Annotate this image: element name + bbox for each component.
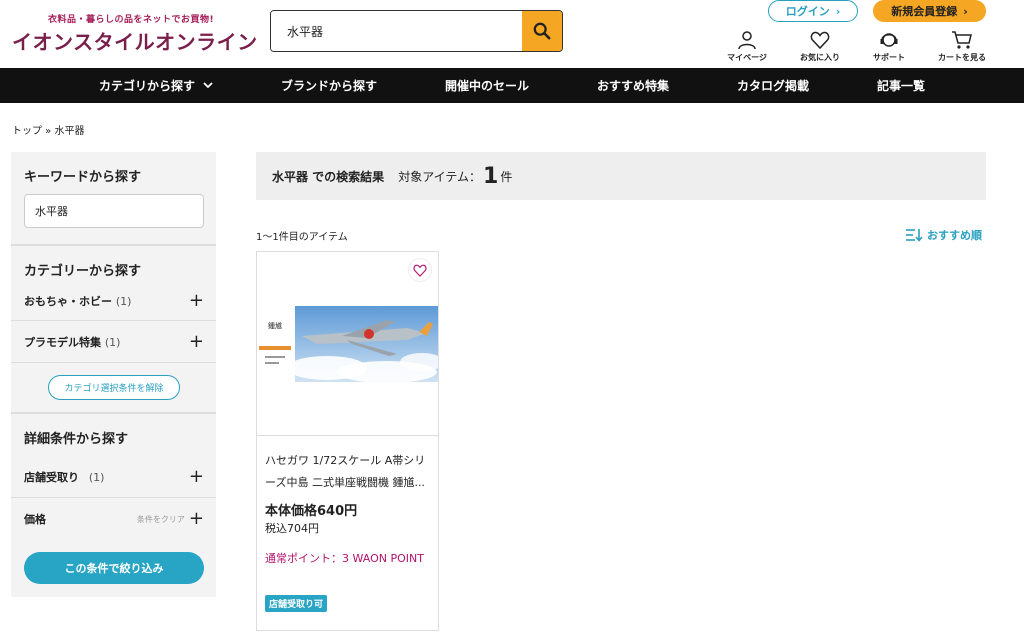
plus-icon[interactable]: + bbox=[189, 292, 204, 310]
product-price-tax: 税込704円 bbox=[265, 522, 319, 535]
result-query: 水平器 での検索結果 bbox=[272, 169, 385, 184]
chevron-right-icon: › bbox=[963, 4, 968, 18]
sort-icon bbox=[906, 229, 923, 242]
cart-label: カートを見る bbox=[938, 53, 986, 62]
divider bbox=[11, 320, 216, 321]
support-label: サポート bbox=[873, 53, 905, 62]
search-icon bbox=[533, 22, 551, 40]
site-logo[interactable]: 衣料品・暮らしの品をネットでお買物! イオンスタイルオンライン bbox=[12, 12, 258, 55]
price-clear-link[interactable]: 条件をクリア bbox=[137, 514, 185, 525]
divider bbox=[11, 497, 216, 498]
category-count: (1) bbox=[104, 336, 121, 349]
sort-dropdown[interactable]: おすすめ順 bbox=[905, 227, 982, 243]
store-pickup-badge: 店舗受取り可 bbox=[265, 595, 328, 612]
login-label: ログイン bbox=[785, 5, 830, 18]
login-button[interactable]: ログイン › bbox=[768, 0, 858, 22]
price-filter[interactable]: 価格 条件をクリア + bbox=[24, 510, 204, 528]
keyword-input[interactable]: 水平器 bbox=[24, 194, 204, 228]
site-header: 衣料品・暮らしの品をネットでお買物! イオンスタイルオンライン ログイン › 新… bbox=[0, 0, 1024, 68]
headset-icon bbox=[880, 33, 898, 47]
heart-icon bbox=[413, 264, 427, 277]
clear-category-button[interactable]: カテゴリ選択条件を解除 bbox=[48, 375, 180, 400]
product-name[interactable]: ハセガワ 1/72スケール A帯シリーズ中島 二式単座戦闘機 鍾馗... bbox=[265, 450, 433, 494]
chevron-right-icon: › bbox=[835, 4, 841, 18]
nav-brands[interactable]: ブランドから探す bbox=[281, 77, 377, 94]
divider bbox=[11, 244, 216, 246]
register-button[interactable]: 新規会員登録 › bbox=[873, 0, 986, 22]
plus-icon[interactable]: + bbox=[189, 333, 204, 351]
divider bbox=[11, 362, 216, 363]
box-title: 鍾馗 bbox=[268, 321, 282, 330]
result-summary: 水平器 での検索結果 対象アイテム： 1 件 bbox=[256, 152, 986, 200]
filter-sidebar: キーワードから探す 水平器 カテゴリーから探す おもちゃ・ホビー (1) + プ… bbox=[11, 152, 216, 597]
nav-articles[interactable]: 記事一覧 bbox=[877, 77, 925, 94]
apply-filter-button[interactable]: この条件で絞り込み bbox=[24, 552, 204, 584]
search-input[interactable] bbox=[271, 11, 522, 51]
support-link[interactable]: サポート bbox=[859, 30, 919, 63]
result-count: 1 bbox=[483, 163, 499, 189]
cart-link[interactable]: カートを見る bbox=[932, 30, 992, 63]
mypage-label: マイページ bbox=[727, 53, 767, 62]
product-card[interactable]: 鍾馗 ハセガワ 1/72スケール A帯シリーズ中島 二式単座戦闘機 鍾馗... … bbox=[256, 251, 439, 631]
result-count-unit: 件 bbox=[500, 169, 513, 184]
heart-icon bbox=[810, 31, 830, 50]
person-icon bbox=[738, 31, 756, 50]
detail-heading: 詳細条件から探す bbox=[24, 432, 129, 447]
divider bbox=[11, 412, 216, 414]
sort-label: おすすめ順 bbox=[927, 229, 982, 242]
mypage-link[interactable]: マイページ bbox=[717, 30, 777, 63]
favorites-label: お気に入り bbox=[800, 53, 840, 62]
result-range: 1〜1件目のアイテム bbox=[256, 232, 348, 243]
nav-sales[interactable]: 開催中のセール bbox=[445, 77, 529, 94]
favorite-button[interactable] bbox=[408, 258, 432, 282]
breadcrumb[interactable]: トップ » 水平器 bbox=[12, 122, 84, 137]
store-pickup-label: 店舗受取り bbox=[24, 471, 79, 484]
product-price: 本体価格640円 bbox=[265, 504, 358, 519]
nav-categories-label: カテゴリから探す bbox=[98, 79, 195, 93]
keyword-heading: キーワードから探す bbox=[24, 170, 142, 185]
product-image[interactable]: 鍾馗 bbox=[257, 306, 438, 382]
favorites-link[interactable]: お気に入り bbox=[790, 30, 850, 63]
nav-categories[interactable]: カテゴリから探す bbox=[99, 77, 213, 94]
main-nav: カテゴリから探す ブランドから探す 開催中のセール おすすめ特集 カタログ掲載 … bbox=[0, 68, 1024, 103]
category-label: プラモデル特集 bbox=[24, 336, 101, 349]
category-heading: カテゴリーから探す bbox=[24, 264, 142, 279]
store-pickup-filter[interactable]: 店舗受取り (1) + bbox=[24, 468, 204, 486]
cart-icon bbox=[952, 31, 972, 49]
logo-text: イオンスタイルオンライン bbox=[12, 30, 258, 54]
plus-icon[interactable]: + bbox=[189, 468, 204, 486]
result-target-label: 対象アイテム： bbox=[398, 169, 481, 184]
plus-icon[interactable]: + bbox=[189, 510, 204, 528]
register-label: 新規会員登録 bbox=[891, 5, 958, 18]
nav-features[interactable]: おすすめ特集 bbox=[597, 77, 669, 94]
category-label: おもちゃ・ホビー bbox=[24, 295, 112, 308]
search-button[interactable] bbox=[522, 11, 562, 51]
store-pickup-count: (1) bbox=[88, 471, 105, 484]
category-item-toys[interactable]: おもちゃ・ホビー (1) + bbox=[24, 292, 204, 310]
logo-tagline: 衣料品・暮らしの品をネットでお買物! bbox=[48, 15, 215, 25]
divider bbox=[257, 435, 438, 436]
search-bar bbox=[270, 10, 563, 52]
category-item-plamodel[interactable]: プラモデル特集 (1) + bbox=[24, 333, 204, 351]
category-count: (1) bbox=[115, 295, 132, 308]
price-label: 価格 bbox=[24, 513, 46, 526]
product-points: 通常ポイント：3 WAON POINT bbox=[265, 552, 424, 565]
nav-catalog[interactable]: カタログ掲載 bbox=[737, 77, 809, 94]
chevron-down-icon bbox=[203, 82, 213, 89]
